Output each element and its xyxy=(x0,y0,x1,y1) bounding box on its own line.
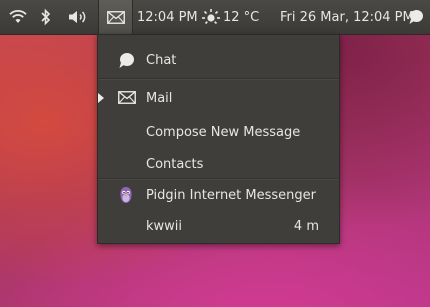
menu-item-kwwii[interactable]: kwwii 4 m xyxy=(98,214,339,238)
active-arrow-icon xyxy=(98,93,104,103)
mail-label: Mail xyxy=(146,90,173,106)
menu-separator xyxy=(99,78,338,80)
menu-item-chat[interactable]: Chat xyxy=(98,48,339,72)
volume-icon[interactable] xyxy=(68,0,90,34)
user-chat-icon[interactable] xyxy=(408,0,424,34)
menu-item-pidgin[interactable]: Pidgin Internet Messenger xyxy=(98,183,339,207)
panel-clock[interactable]: 12:04 PM xyxy=(137,0,198,34)
kwwii-label: kwwii xyxy=(146,218,183,234)
messaging-menu: Chat Mail Compose New Message Contacts P… xyxy=(97,34,340,244)
pidgin-label: Pidgin Internet Messenger xyxy=(146,187,316,203)
envelope-icon[interactable] xyxy=(98,0,133,34)
menu-item-contacts[interactable]: Contacts xyxy=(98,152,339,176)
pidgin-icon xyxy=(118,186,134,208)
top-panel: 12:04 PM 12 °C Fri 26 Mar, 12:04 PM xyxy=(0,0,430,35)
menu-item-mail[interactable]: Mail xyxy=(98,86,339,110)
kwwii-time: 4 m xyxy=(293,218,319,234)
menu-item-compose[interactable]: Compose New Message xyxy=(98,120,339,144)
weather-sun-icon[interactable] xyxy=(201,0,221,34)
chat-bubble-icon xyxy=(118,52,135,73)
bluetooth-icon[interactable] xyxy=(40,0,52,34)
menu-separator xyxy=(99,178,338,180)
chat-label: Chat xyxy=(146,52,177,68)
contacts-label: Contacts xyxy=(146,156,204,172)
wifi-icon[interactable] xyxy=(9,0,27,34)
panel-datetime[interactable]: Fri 26 Mar, 12:04 PM xyxy=(280,0,414,34)
panel-temperature[interactable]: 12 °C xyxy=(223,0,259,34)
compose-label: Compose New Message xyxy=(146,124,301,140)
envelope-icon xyxy=(118,91,136,108)
